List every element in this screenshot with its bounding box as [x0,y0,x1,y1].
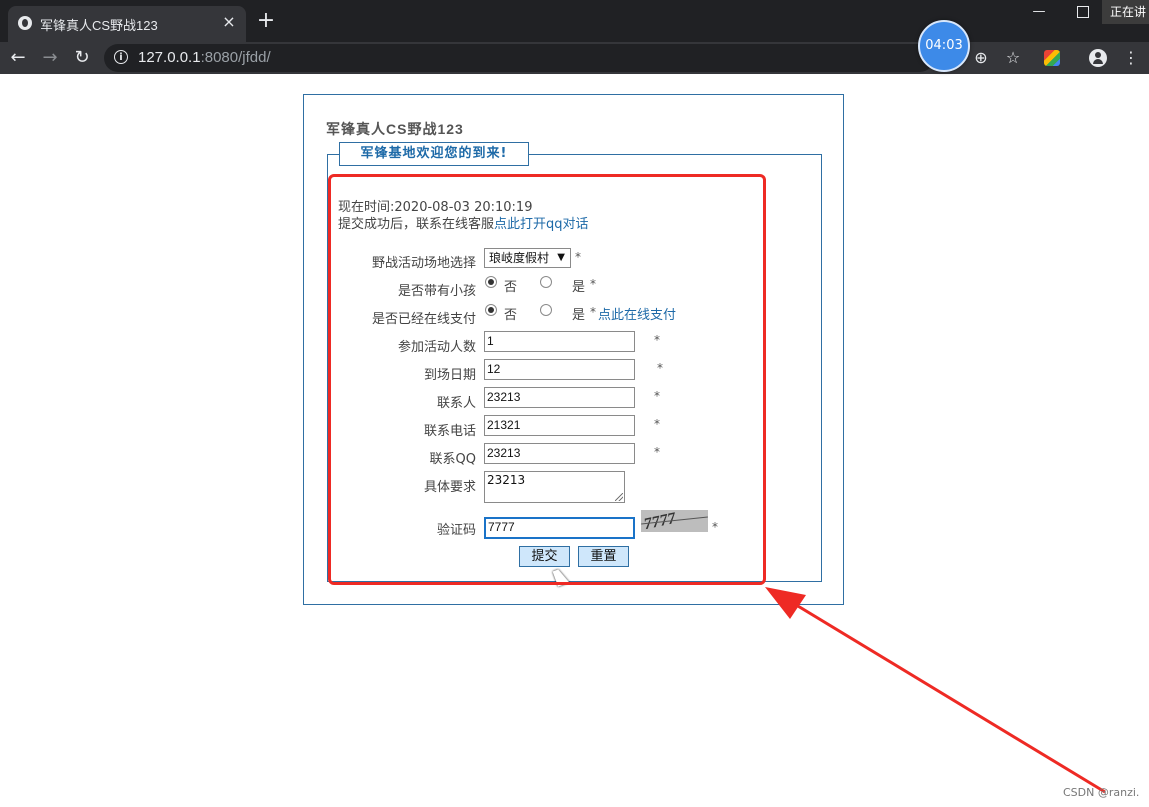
browser-toolbar: ← → ↻ i 127.0.0.1:8080/jfdd/ ⊕ ☆ ⋮ [0,42,1149,74]
zoom-icon[interactable]: ⊕ [970,47,992,69]
highlight-rectangle [328,174,766,585]
page-title: 军锋真人CS野战123 [326,121,464,137]
url-host: 127.0.0.1 [138,49,201,66]
tab-strip: 军锋真人CS野战123 × + — 正在讲 [0,0,1149,42]
annotation-arrow-icon [765,587,1106,794]
extension-icon[interactable] [1044,50,1060,66]
tab-close-icon[interactable]: × [220,13,238,31]
globe-icon [18,16,32,30]
new-tab-button[interactable]: + [256,9,276,33]
back-button[interactable]: ← [7,47,29,69]
forward-button[interactable]: → [39,47,61,69]
window-maximize-button[interactable] [1077,6,1089,18]
window-minimize-button[interactable]: — [1030,4,1048,19]
bookmark-star-icon[interactable]: ☆ [1002,47,1024,69]
address-bar[interactable]: i 127.0.0.1:8080/jfdd/ [104,44,934,72]
reload-button[interactable]: ↻ [71,47,93,69]
browser-menu-icon[interactable]: ⋮ [1120,47,1142,69]
url-path: :8080/jfdd/ [200,49,271,66]
tab-title: 军锋真人CS野战123 [40,18,158,33]
form-legend: 军锋基地欢迎您的到来! [339,142,529,166]
speaking-indicator: 正在讲 [1102,0,1149,24]
recording-timer: 04:03 [918,20,970,72]
browser-tab[interactable]: 军锋真人CS野战123 × [8,6,246,42]
watermark: CSDN @ranzi. [1063,786,1140,799]
site-info-icon[interactable]: i [114,50,128,64]
profile-icon[interactable] [1089,49,1107,67]
url-text[interactable]: 127.0.0.1:8080/jfdd/ [138,49,271,66]
